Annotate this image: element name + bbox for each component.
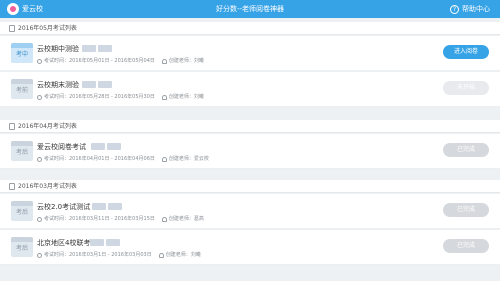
exam-status-badge: 考后 <box>15 209 28 216</box>
help-icon: ? <box>450 4 459 14</box>
completed-button[interactable]: 已完成 <box>443 143 489 157</box>
exam-meta: 考试时间：2016年03月1日 - 2016年03月03日 创建老师：刘曦 <box>37 252 201 259</box>
exam-time: 考试时间：2016年03月11日 - 2016年03月15日 <box>44 216 155 222</box>
app-header: 爱云校 好分数--老师阅卷神器 ? 帮助中心 <box>0 0 500 18</box>
exam-badge-icon: 考后 <box>11 237 33 257</box>
exam-row: 考后 云校2.0考试测试 考试时间：2016年03月11日 - 2016年03月… <box>0 194 500 229</box>
exam-time: 考试时间：2016年03月1日 - 2016年03月03日 <box>44 252 152 258</box>
help-center-link[interactable]: ? 帮助中心 <box>450 3 490 15</box>
calendar-icon <box>9 183 15 190</box>
exam-meta: 考试时间：2016年05月28日 - 2016年05月30日 创建老师：刘曦 <box>37 94 204 101</box>
exam-meta: 考试时间：2016年04月01日 - 2016年04月06日 创建老师：爱云校 <box>37 156 209 163</box>
exam-tags <box>82 45 112 52</box>
help-label: 帮助中心 <box>462 5 490 13</box>
exam-time: 考试时间：2016年05月28日 - 2016年05月30日 <box>44 94 155 100</box>
exam-status-badge: 考后 <box>15 149 28 156</box>
exam-status-badge: 考中 <box>15 51 28 58</box>
exam-tags <box>92 203 122 210</box>
exam-row: 考前 云校期末测验 考试时间：2016年05月28日 - 2016年05月30日… <box>0 72 500 107</box>
exam-badge-icon: 考后 <box>11 141 33 161</box>
page-title: 好分数--老师阅卷神器 <box>215 5 285 13</box>
exam-creator: 创建老师：刘曦 <box>168 58 204 64</box>
calendar-icon <box>9 123 15 130</box>
exam-time: 考试时间：2016年04月01日 - 2016年04月06日 <box>44 156 155 162</box>
exam-name: 云校2.0考试测试 <box>37 203 91 211</box>
group-label: 2016年05月考试列表 <box>18 25 77 32</box>
exam-creator: 创建老师：刘曦 <box>168 94 204 100</box>
clock-icon <box>37 217 42 222</box>
exam-time: 考试时间：2016年05月01日 - 2016年05月04日 <box>44 58 155 64</box>
exam-creator: 创建老师：爱云校 <box>168 156 209 162</box>
exam-creator: 创建老师：葛高 <box>168 216 204 222</box>
group-label: 2016年03月考试列表 <box>18 183 77 190</box>
person-icon <box>161 95 167 100</box>
person-icon <box>158 253 164 258</box>
exam-tags <box>91 143 121 150</box>
clock-icon <box>37 95 42 100</box>
group-label: 2016年04月考试列表 <box>18 123 77 130</box>
exam-name: 云校期中测验 <box>37 45 79 53</box>
group-header-2016-05: 2016年05月考试列表 <box>0 22 500 35</box>
enter-grading-button[interactable]: 进入阅卷 <box>443 45 489 59</box>
exam-badge-icon: 考前 <box>11 79 33 99</box>
exam-status-badge: 考后 <box>15 245 28 252</box>
exam-badge-icon: 考中 <box>11 43 33 63</box>
completed-button[interactable]: 已完成 <box>443 203 489 217</box>
clock-icon <box>37 157 42 162</box>
exam-tags <box>82 81 112 88</box>
exam-row: 考中 云校期中测验 考试时间：2016年05月01日 - 2016年05月04日… <box>0 36 500 71</box>
exam-badge-icon: 考后 <box>11 201 33 221</box>
exam-name: 北京地区4校联考 <box>37 239 91 247</box>
exam-name: 爱云校阅卷考试 <box>37 143 86 151</box>
clock-icon <box>37 59 42 64</box>
exam-creator: 创建老师：刘曦 <box>165 252 201 258</box>
exam-meta: 考试时间：2016年03月11日 - 2016年03月15日 创建老师：葛高 <box>37 216 204 223</box>
person-icon <box>161 59 167 64</box>
clock-icon <box>37 253 42 258</box>
group-header-2016-04: 2016年04月考试列表 <box>0 120 500 133</box>
exam-meta: 考试时间：2016年05月01日 - 2016年05月04日 创建老师：刘曦 <box>37 58 204 65</box>
calendar-icon <box>9 25 15 32</box>
exam-row: 考后 爱云校阅卷考试 考试时间：2016年04月01日 - 2016年04月06… <box>0 134 500 169</box>
exam-row: 考后 北京地区4校联考 考试时间：2016年03月1日 - 2016年03月03… <box>0 230 500 265</box>
person-icon <box>161 157 167 162</box>
exam-status-badge: 考前 <box>15 87 28 94</box>
group-header-2016-03: 2016年03月考试列表 <box>0 180 500 193</box>
completed-button[interactable]: 已完成 <box>443 239 489 253</box>
exam-name: 云校期末测验 <box>37 81 79 89</box>
not-started-button[interactable]: 未开始 <box>443 81 489 95</box>
exam-tags <box>90 239 120 246</box>
person-icon <box>161 217 167 222</box>
